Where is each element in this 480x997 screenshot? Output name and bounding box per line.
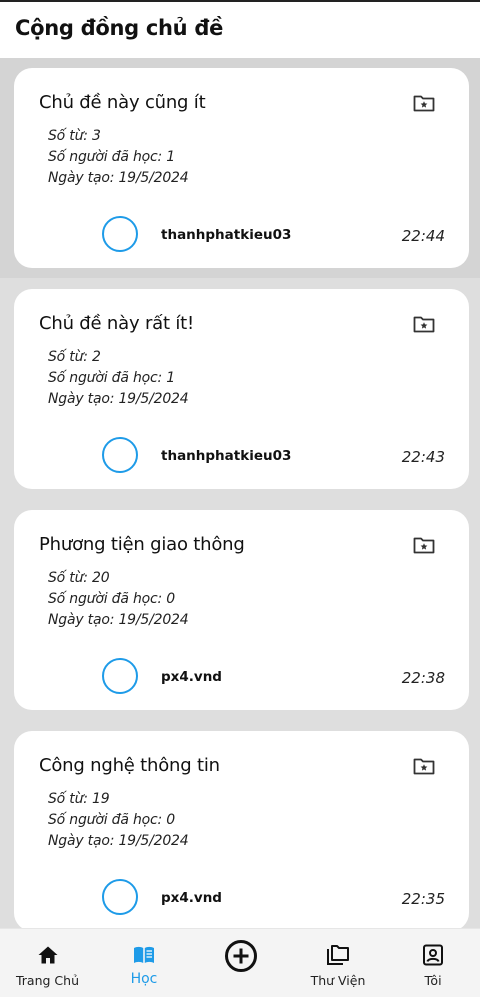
avatar[interactable] [102,216,138,252]
topic-meta: Số từ: 2 Số người đã học: 1 Ngày tạo: 19… [48,347,189,410]
post-time: 22:38 [401,669,445,687]
created-date: Ngày tạo: 19/5/2024 [48,612,189,628]
topic-title: Chủ đề này cũng ít [39,92,206,113]
topic-meta: Số từ: 20 Số người đã học: 0 Ngày tạo: 1… [48,568,189,631]
topic-title: Công nghệ thông tin [39,755,220,776]
nav-add[interactable] [193,929,288,997]
avatar[interactable] [102,658,138,694]
topic-title: Phương tiện giao thông [39,534,245,555]
nav-me-label: Tôi [424,973,442,988]
avatar[interactable] [102,437,138,473]
folder-star-icon[interactable] [413,757,435,775]
topic-card[interactable]: Phương tiện giao thông Số từ: 20 Số ngườ… [14,510,469,710]
word-count: Số từ: 2 [48,349,101,365]
nav-me[interactable]: Tôi [386,929,480,997]
folder-star-icon[interactable] [413,94,435,112]
learner-count: Số người đã học: 0 [48,812,175,828]
author-name[interactable]: thanhphatkieu03 [161,227,291,243]
created-date: Ngày tạo: 19/5/2024 [48,170,189,186]
author-name[interactable]: px4.vnd [161,890,222,906]
author-name[interactable]: thanhphatkieu03 [161,448,291,464]
learner-count: Số người đã học: 1 [48,370,175,386]
post-time: 22:44 [401,227,445,245]
folder-star-icon[interactable] [413,315,435,333]
book-icon [134,946,154,963]
topic-meta: Số từ: 19 Số người đã học: 0 Ngày tạo: 1… [48,789,189,852]
nav-library-label: Thư Viện [310,973,366,988]
bottom-nav: Trang Chủ Học Thư Viện Tôi [0,928,480,997]
avatar[interactable] [102,879,138,915]
word-count: Số từ: 19 [48,791,110,807]
nav-home-label: Trang Chủ [15,973,79,988]
topic-title: Chủ đề này rất ít! [39,313,195,334]
folder-star-icon[interactable] [413,536,435,554]
nav-home[interactable]: Trang Chủ [0,929,95,997]
word-count: Số từ: 3 [48,128,101,144]
topic-card[interactable]: Chủ đề này rất ít! Số từ: 2 Số người đã … [14,289,469,489]
created-date: Ngày tạo: 19/5/2024 [48,833,189,849]
profile-icon [423,944,443,966]
page-title: Cộng đồng chủ đề [15,16,224,40]
author-name[interactable]: px4.vnd [161,669,222,685]
topic-list[interactable]: Chủ đề này cũng ít Số từ: 3 Số người đã … [0,58,480,928]
nav-library[interactable]: Thư Viện [290,929,386,997]
word-count: Số từ: 20 [48,570,110,586]
learner-count: Số người đã học: 0 [48,591,175,607]
topic-meta: Số từ: 3 Số người đã học: 1 Ngày tạo: 19… [48,126,189,189]
topic-card[interactable]: Công nghệ thông tin Số từ: 19 Số người đ… [14,731,469,928]
plus-circle-icon [224,940,257,972]
home-icon [38,946,57,964]
created-date: Ngày tạo: 19/5/2024 [48,391,189,407]
folders-icon [327,945,349,965]
app-header: Cộng đồng chủ đề [0,2,480,58]
post-time: 22:35 [401,890,445,908]
nav-learn[interactable]: Học [95,929,193,997]
nav-learn-label: Học [130,971,158,987]
post-time: 22:43 [401,448,445,466]
topic-card[interactable]: Chủ đề này cũng ít Số từ: 3 Số người đã … [14,68,469,268]
learner-count: Số người đã học: 1 [48,149,175,165]
